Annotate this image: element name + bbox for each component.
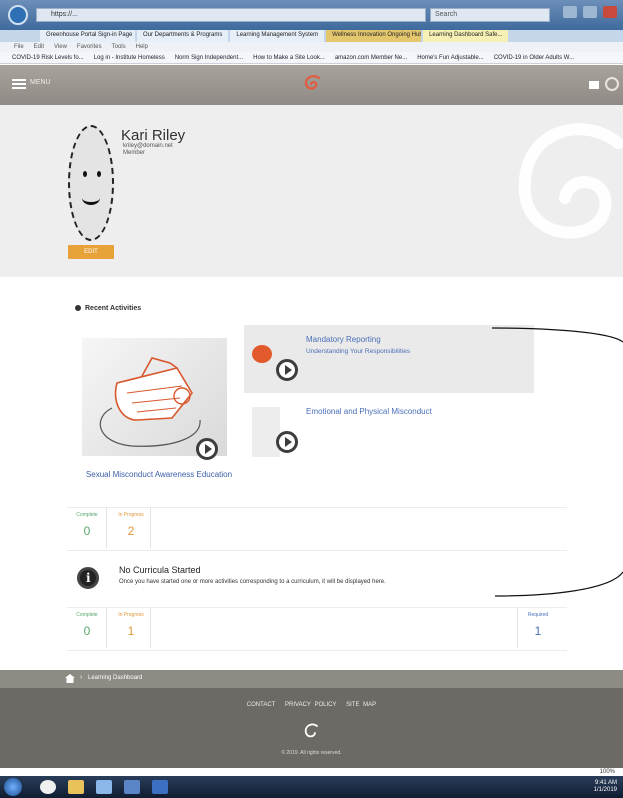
user-role: Member [123, 150, 146, 156]
maximize-icon[interactable] [583, 6, 597, 18]
stat-complete: Complete 0 [67, 608, 107, 648]
edit-profile-button[interactable]: EDIT [68, 245, 114, 259]
browser-titlebar: https://... Search [0, 0, 623, 30]
menu-label[interactable]: MENU [30, 79, 51, 86]
folder-icon[interactable] [68, 780, 84, 794]
back-icon[interactable] [8, 5, 28, 25]
browser-tab[interactable]: Wellness Innovation Ongoing Hub [326, 30, 422, 42]
menu-tools[interactable]: Tools [112, 42, 126, 52]
favorite-link[interactable]: How to Make a Site Look... [253, 52, 325, 63]
info-icon [77, 567, 99, 589]
speech-bubble-icon [252, 345, 272, 363]
browser-tab[interactable]: Our Departments & Programs [137, 30, 229, 42]
site-header: MENU [0, 65, 623, 105]
play-icon[interactable] [196, 438, 218, 460]
featured-activity-title[interactable]: Sexual Misconduct Awareness Education [79, 470, 239, 480]
stat-value: 1 [534, 624, 542, 638]
featured-activity-thumbnail[interactable] [82, 338, 227, 460]
profile-section: EDIT Kari Riley kriley@domain.net Member [0, 105, 623, 277]
activity-item-title[interactable]: Mandatory Reporting [306, 335, 381, 344]
menu-view[interactable]: View [54, 42, 67, 52]
breadcrumb: › Learning Dashboard [0, 670, 623, 688]
stat-in-progress: In Progress 2 [111, 508, 151, 548]
hamburger-menu-icon[interactable] [12, 79, 26, 89]
menu-edit[interactable]: Edit [34, 42, 44, 52]
featured-activity-card[interactable]: Sexual Misconduct Awareness Education [79, 338, 232, 493]
breadcrumb-current: Learning Dashboard [88, 675, 143, 681]
stat-value: 0 [83, 624, 91, 638]
play-icon[interactable] [276, 359, 298, 381]
user-name: Kari Riley [121, 127, 186, 144]
stat-label: In Progress [118, 612, 144, 618]
footer-link-contact[interactable]: CONTACT [247, 702, 276, 708]
copyright: © 2019. All rights reserved. [281, 750, 342, 756]
favorite-link[interactable]: COVID-19 in Older Adults W... [494, 52, 574, 63]
media-icon[interactable] [124, 780, 140, 794]
avatar-smile [82, 191, 100, 205]
avatar-eye [83, 171, 87, 177]
activity-item-subtitle: Understanding Your Responsibilities [306, 348, 411, 355]
user-account-icon[interactable] [605, 77, 619, 91]
annotation-lines [491, 327, 623, 597]
curricula-empty-text: Once you have started one or more activi… [119, 579, 386, 585]
stat-label: Complete [76, 612, 98, 618]
favorite-link[interactable]: COVID-19 Risk Levels fo... [12, 52, 84, 63]
address-bar[interactable]: https://... [36, 8, 426, 22]
browser-tab[interactable]: Learning Management System [230, 30, 325, 42]
swirl-logo-icon[interactable] [302, 73, 324, 95]
menu-favorites[interactable]: Favorites [77, 42, 102, 52]
chrome-icon[interactable] [40, 780, 56, 794]
browser-search-input[interactable]: Search [430, 8, 550, 22]
zoom-level[interactable]: 100% [600, 769, 615, 775]
clock-date: 1/1/2019 [593, 787, 617, 793]
browser-menu-bar: File Edit View Favorites Tools Help [0, 42, 623, 52]
window-controls [563, 6, 617, 18]
recent-activities-heading: Recent Activities [75, 305, 141, 312]
status-bar [0, 768, 623, 776]
minimize-icon[interactable] [563, 6, 577, 18]
user-email: kriley@domain.net [123, 143, 173, 149]
curricula-empty-title: No Curricula Started [119, 565, 201, 575]
site-footer: CONTACT PRIVACY POLICY SITE MAP © 2019. … [0, 688, 623, 768]
activity-item-title[interactable]: Emotional and Physical Misconduct [306, 407, 432, 416]
recent-activities-title: Recent Activities [85, 305, 142, 312]
favorite-link[interactable]: Log in - Institute Homeless [94, 52, 165, 63]
play-icon[interactable] [276, 431, 298, 453]
menu-file[interactable]: File [14, 42, 24, 52]
clock-time: 9:41 AM [594, 780, 617, 786]
favorite-link[interactable]: amazon.com Member Ne... [335, 52, 407, 63]
browser-tab-active[interactable]: Learning Dashboard Safe... [423, 30, 509, 42]
avatar [68, 125, 114, 241]
avatar-eye [97, 171, 101, 177]
stat-value: 0 [83, 524, 91, 538]
system-tray[interactable]: 9:41 AM 1/1/2019 [594, 780, 617, 794]
menu-help[interactable]: Help [136, 42, 148, 52]
close-icon[interactable] [603, 6, 617, 18]
swirl-logo-icon [304, 723, 318, 738]
stat-label: Complete [76, 512, 98, 518]
stat-complete: Complete 0 [67, 508, 107, 548]
favorites-bar: COVID-19 Risk Levels fo... Log in - Inst… [0, 52, 623, 64]
browser-tab[interactable]: Greenhouse Portal Sign-in Page [40, 30, 135, 42]
footer-links: CONTACT PRIVACY POLICY SITE MAP [0, 702, 623, 708]
activity-item-thumbnail [252, 407, 280, 457]
breadcrumb-separator: › [80, 674, 83, 681]
stat-value: 1 [127, 624, 135, 638]
word-icon[interactable] [152, 780, 168, 794]
windows-taskbar: 9:41 AM 1/1/2019 [0, 776, 623, 798]
stat-label: In Progress [118, 512, 144, 518]
stat-value: 2 [127, 524, 135, 538]
swirl-watermark-icon [518, 123, 623, 239]
explorer-icon[interactable] [96, 780, 112, 794]
favorite-link[interactable]: Home's Fun Adjustable... [417, 52, 484, 63]
mail-icon[interactable] [589, 81, 599, 89]
favorite-link[interactable]: Norm Sign Independent... [175, 52, 243, 63]
activity-icon [75, 305, 81, 312]
footer-link-sitemap[interactable]: SITE MAP [346, 702, 376, 708]
browser-tab-bar: Greenhouse Portal Sign-in Page Our Depar… [0, 30, 623, 42]
start-button[interactable] [4, 778, 22, 796]
stat-in-progress: In Progress 1 [111, 608, 151, 648]
home-icon[interactable] [65, 674, 75, 683]
footer-link-privacy[interactable]: PRIVACY POLICY [285, 702, 336, 708]
